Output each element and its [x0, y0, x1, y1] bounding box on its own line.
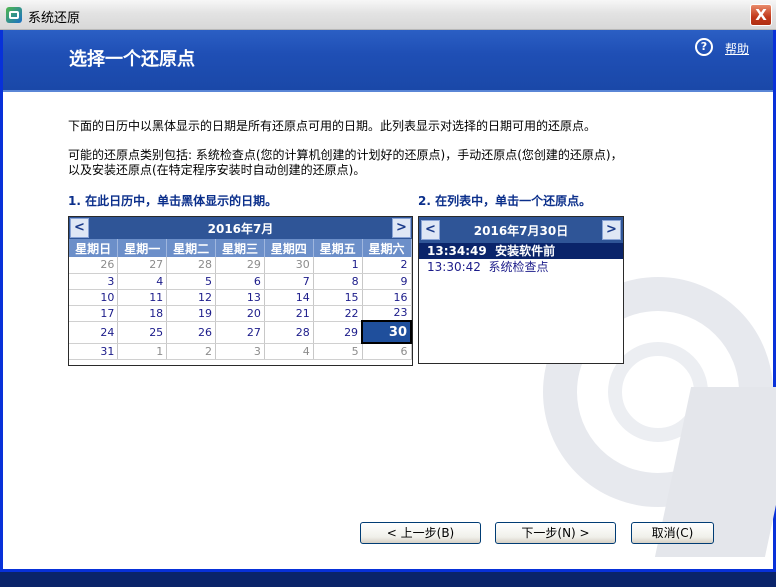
calendar-header: < 2016年7月 >: [69, 217, 412, 239]
calendar-day[interactable]: 6: [362, 343, 412, 360]
calendar-day[interactable]: 16: [362, 289, 412, 306]
cancel-button[interactable]: 取消(C): [631, 522, 714, 544]
weekday-header: 星期一: [117, 239, 168, 257]
step1-label: 1. 在此日历中，单击黑体显示的日期。: [68, 194, 278, 208]
calendar-day-selected[interactable]: 30: [361, 320, 412, 344]
calendar-day[interactable]: 4: [264, 343, 314, 360]
calendar-day[interactable]: 12: [166, 289, 217, 306]
calendar-day[interactable]: 2: [362, 257, 412, 274]
restore-point-item-selected[interactable]: 13:34:49 安装软件前: [419, 243, 623, 259]
calendar: < 2016年7月 > 星期日 星期一 星期二 星期三 星期四 星期五 星期六: [68, 216, 413, 366]
intro-text-2: 可能的还原点类别包括: 系统检查点(您的计算机创建的计划好的还原点)，手动还原点…: [68, 148, 623, 178]
calendar-day[interactable]: 1: [117, 343, 168, 360]
close-button[interactable]: X: [750, 4, 772, 26]
calendar-day[interactable]: 26: [166, 321, 217, 344]
calendar-day[interactable]: 28: [166, 257, 217, 274]
restore-point-list: < 2016年7月30日 > 13:34:49 安装软件前 13:30:42 系…: [418, 216, 624, 364]
weekday-header: 星期二: [166, 239, 217, 257]
back-button[interactable]: < 上一步(B): [360, 522, 481, 544]
help-icon[interactable]: ?: [695, 38, 713, 56]
calendar-day[interactable]: 27: [117, 257, 168, 274]
restore-list-date-title: 2016年7月30日: [473, 224, 569, 238]
calendar-day[interactable]: 28: [264, 321, 314, 344]
restore-list-next-button[interactable]: >: [602, 220, 621, 240]
calendar-day[interactable]: 3: [69, 273, 119, 290]
restore-point-desc: 安装软件前: [495, 244, 556, 258]
calendar-day[interactable]: 3: [215, 343, 265, 360]
weekday-header: 星期五: [313, 239, 363, 257]
calendar-day[interactable]: 24: [69, 321, 119, 344]
help-link[interactable]: 帮助: [725, 40, 749, 57]
calendar-day[interactable]: 21: [264, 305, 314, 322]
calendar-day[interactable]: 30: [264, 257, 314, 274]
weekday-header: 星期六: [362, 239, 412, 257]
window-title: 系统还原: [28, 11, 81, 26]
restore-list-header: < 2016年7月30日 >: [419, 217, 623, 243]
system-restore-window: 系统还原 X 选择一个还原点 ? 帮助 下面的日历中以黑体显示的日期是所有还原点…: [0, 0, 776, 572]
page-title: 选择一个还原点: [69, 49, 195, 70]
intro-text-1: 下面的日历中以黑体显示的日期是所有还原点可用的日期。此列表显示对选择的日期可用的…: [68, 119, 597, 133]
next-button[interactable]: 下一步(N) >: [495, 522, 616, 544]
calendar-day[interactable]: 31: [69, 343, 119, 360]
calendar-day[interactable]: 17: [69, 305, 119, 322]
calendar-day[interactable]: 7: [264, 273, 314, 290]
calendar-day[interactable]: 1: [313, 257, 363, 274]
calendar-day[interactable]: 25: [117, 321, 168, 344]
title-bar[interactable]: 系统还原 X: [0, 0, 776, 30]
calendar-day[interactable]: 6: [215, 273, 265, 290]
calendar-day[interactable]: 8: [313, 273, 363, 290]
calendar-day[interactable]: 22: [313, 305, 363, 322]
restore-point-time: 13:34:49: [427, 244, 487, 258]
weekday-header: 星期日: [69, 239, 119, 257]
header-band: 选择一个还原点 ? 帮助: [3, 30, 773, 92]
calendar-day[interactable]: 18: [117, 305, 168, 322]
calendar-next-month-button[interactable]: >: [392, 218, 411, 238]
calendar-day[interactable]: 23: [362, 305, 412, 322]
restore-point-time: 13:30:42: [427, 260, 481, 274]
weekday-header: 星期四: [264, 239, 314, 257]
calendar-month-title: 2016年7月: [207, 222, 274, 236]
calendar-day[interactable]: 5: [166, 273, 217, 290]
calendar-day[interactable]: 9: [362, 273, 412, 290]
calendar-day[interactable]: 4: [117, 273, 168, 290]
calendar-day[interactable]: 19: [166, 305, 217, 322]
restore-point-item[interactable]: 13:30:42 系统检查点: [419, 259, 623, 275]
restore-point-desc: 系统检查点: [488, 260, 549, 274]
calendar-grid: 星期日 星期一 星期二 星期三 星期四 星期五 星期六 26 27 28 29: [69, 239, 412, 360]
calendar-day[interactable]: 29: [313, 321, 363, 344]
calendar-day[interactable]: 11: [117, 289, 168, 306]
calendar-day[interactable]: 5: [313, 343, 363, 360]
content-area: 下面的日历中以黑体显示的日期是所有还原点可用的日期。此列表显示对选择的日期可用的…: [3, 92, 776, 572]
system-restore-app-icon: [6, 7, 22, 23]
calendar-day[interactable]: 27: [215, 321, 265, 344]
calendar-day[interactable]: 29: [215, 257, 265, 274]
calendar-day[interactable]: 2: [166, 343, 217, 360]
step2-label: 2. 在列表中，单击一个还原点。: [418, 194, 592, 208]
calendar-day[interactable]: 14: [264, 289, 314, 306]
calendar-day[interactable]: 13: [215, 289, 265, 306]
intro-text-2b: 以及安装还原点(在特定程序安装时自动创建的还原点)。: [68, 163, 366, 177]
weekday-header: 星期三: [215, 239, 265, 257]
intro-text-2a: 可能的还原点类别包括: 系统检查点(您的计算机创建的计划好的还原点)，手动还原点…: [68, 148, 623, 162]
calendar-day[interactable]: 26: [69, 257, 119, 274]
calendar-day[interactable]: 10: [69, 289, 119, 306]
calendar-day[interactable]: 15: [313, 289, 363, 306]
calendar-day[interactable]: 20: [215, 305, 265, 322]
